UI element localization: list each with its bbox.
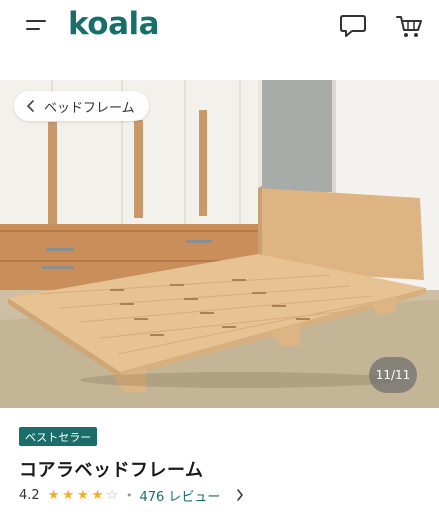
star-icon: ★ (91, 487, 104, 503)
chat-bubble-icon[interactable] (338, 12, 368, 40)
product-title: コアラベッドフレーム (19, 460, 204, 481)
rating-value: 4.2 (19, 487, 40, 503)
shopping-cart-icon[interactable] (394, 12, 424, 40)
star-rating: ★ ★ ★ ★ ☆ (48, 489, 118, 502)
reviews-count: 476 レビュー (139, 489, 221, 505)
back-to-category-button[interactable]: ベッドフレーム (14, 91, 149, 121)
header-spacer (0, 52, 439, 80)
separator-dot: • (125, 488, 133, 502)
top-header: koala (0, 0, 439, 52)
star-icon: ★ (62, 487, 74, 503)
product-image-gallery[interactable] (0, 80, 439, 408)
star-icon: ★ (47, 487, 60, 503)
rating-row: 4.2 ★ ★ ★ ★ ☆ • 476 レビュー (19, 486, 244, 505)
back-label: ベッドフレーム (44, 100, 135, 116)
reviews-link[interactable]: 476 レビュー (139, 486, 244, 505)
star-empty-icon: ☆ (106, 487, 118, 503)
bestseller-badge: ベストセラー (19, 427, 98, 446)
chevron-right-icon (237, 489, 244, 501)
chevron-left-icon (27, 100, 34, 112)
koala-logo[interactable]: koala (68, 6, 160, 42)
star-icon: ★ (77, 487, 89, 503)
bed-frame-photo (0, 80, 439, 408)
hamburger-menu-icon[interactable] (26, 17, 46, 33)
image-counter: 11/11 (369, 357, 417, 393)
